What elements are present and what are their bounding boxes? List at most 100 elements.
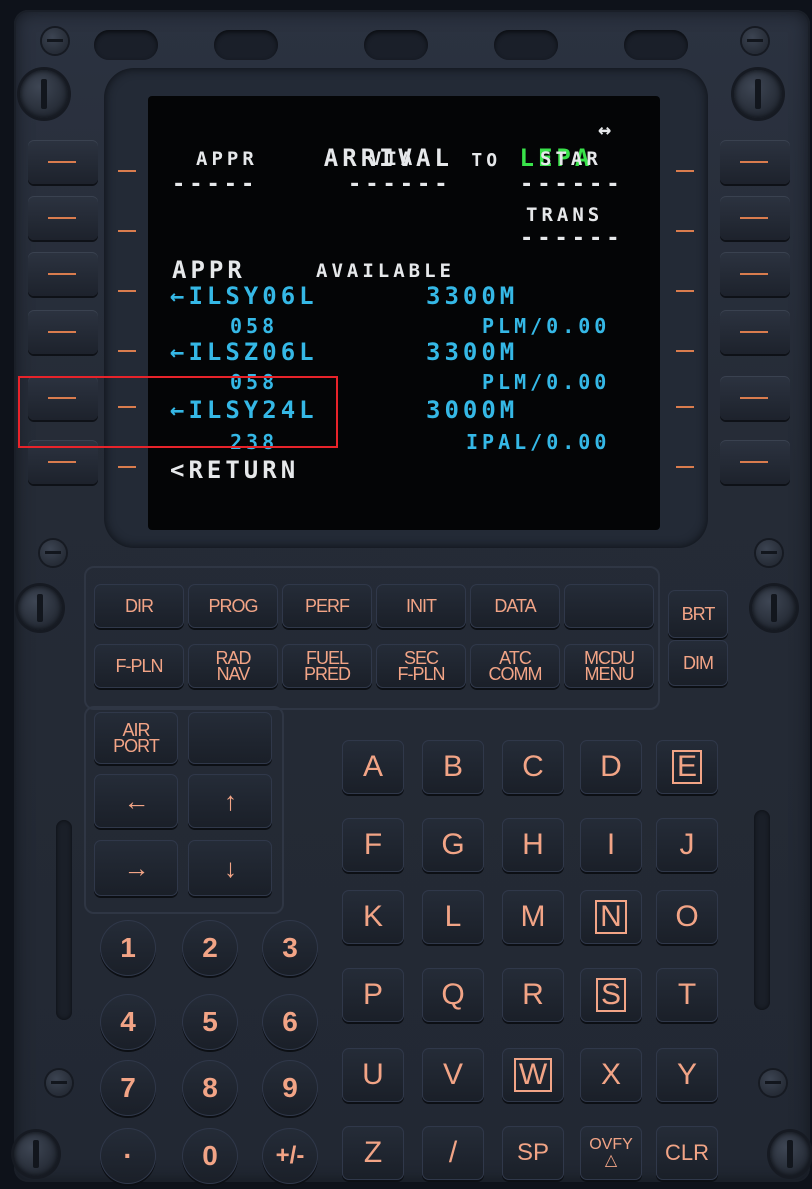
- top-slot: [624, 30, 688, 60]
- knob-icon: [770, 1132, 810, 1176]
- key-9[interactable]: 9: [262, 1060, 318, 1116]
- lsk-3r[interactable]: [720, 252, 790, 296]
- data-key[interactable]: DATA: [470, 584, 560, 628]
- key-a[interactable]: A: [342, 740, 404, 794]
- lsk-2r[interactable]: [720, 196, 790, 240]
- airport-key[interactable]: AIR PORT: [94, 712, 178, 764]
- key-o[interactable]: O: [656, 890, 718, 944]
- key-1[interactable]: 1: [100, 920, 156, 976]
- lsk-1r[interactable]: [720, 140, 790, 184]
- screw-icon: [742, 28, 768, 54]
- key-p[interactable]: P: [342, 968, 404, 1022]
- rad-nav-key[interactable]: RAD NAV: [188, 644, 278, 688]
- approach-name[interactable]: ←ILSZ06L: [170, 338, 318, 366]
- via-field[interactable]: ------: [348, 172, 451, 197]
- key-v[interactable]: V: [422, 1048, 484, 1102]
- mcdu-menu-key[interactable]: MCDU MENU: [564, 644, 654, 688]
- top-slot: [494, 30, 558, 60]
- lsk-4r[interactable]: [720, 310, 790, 354]
- knob-icon: [14, 1132, 58, 1176]
- lsk-5r[interactable]: [720, 376, 790, 420]
- dir-key[interactable]: DIR: [94, 584, 184, 628]
- key-t[interactable]: T: [656, 968, 718, 1022]
- key-decimal[interactable]: ·: [100, 1128, 156, 1184]
- key-6[interactable]: 6: [262, 994, 318, 1050]
- key-3[interactable]: 3: [262, 920, 318, 976]
- lsk-6r[interactable]: [720, 440, 790, 484]
- blank-key[interactable]: [188, 712, 272, 764]
- key-j[interactable]: J: [656, 818, 718, 872]
- key-x[interactable]: X: [580, 1048, 642, 1102]
- key-e[interactable]: E: [656, 740, 718, 794]
- up-arrow-key[interactable]: ↑: [188, 774, 272, 828]
- key-2[interactable]: 2: [182, 920, 238, 976]
- key-l[interactable]: L: [422, 890, 484, 944]
- key-plus-minus[interactable]: +/-: [262, 1128, 318, 1184]
- lsk-marker: [118, 290, 136, 292]
- lsk-4l[interactable]: [28, 310, 98, 354]
- key-m[interactable]: M: [502, 890, 564, 944]
- key-n-label: N: [595, 900, 627, 934]
- right-arrow-key[interactable]: →: [94, 840, 178, 896]
- key-n[interactable]: N: [580, 890, 642, 944]
- key-clr[interactable]: CLR: [656, 1126, 718, 1180]
- left-arrow-key[interactable]: ←: [94, 774, 178, 828]
- key-u[interactable]: U: [342, 1048, 404, 1102]
- key-8[interactable]: 8: [182, 1060, 238, 1116]
- key-s[interactable]: S: [580, 968, 642, 1022]
- key-0[interactable]: 0: [182, 1128, 238, 1184]
- key-7[interactable]: 7: [100, 1060, 156, 1116]
- return-prompt[interactable]: <RETURN: [170, 456, 299, 484]
- init-key[interactable]: INIT: [376, 584, 466, 628]
- approach-course: 058: [230, 314, 279, 338]
- knob-icon: [752, 586, 796, 630]
- trans-header: TRANS: [526, 204, 604, 226]
- key-i[interactable]: I: [580, 818, 642, 872]
- lsk-3l[interactable]: [28, 252, 98, 296]
- key-q[interactable]: Q: [422, 968, 484, 1022]
- key-ovfy[interactable]: OVFY △: [580, 1126, 642, 1180]
- side-groove: [754, 810, 770, 1010]
- down-arrow-key[interactable]: ↓: [188, 840, 272, 896]
- blank-key[interactable]: [564, 584, 654, 628]
- knob-icon: [18, 586, 62, 630]
- key-b[interactable]: B: [422, 740, 484, 794]
- approach-name[interactable]: ←ILSY06L: [170, 282, 318, 310]
- prog-key[interactable]: PROG: [188, 584, 278, 628]
- atc-comm-key[interactable]: ATC COMM: [470, 644, 560, 688]
- key-f[interactable]: F: [342, 818, 404, 872]
- appr-field[interactable]: -----: [172, 172, 258, 197]
- star-field[interactable]: ------: [520, 172, 623, 197]
- lsk-marker: [118, 170, 136, 172]
- approach-length: 3300M: [426, 338, 519, 366]
- perf-key[interactable]: PERF: [282, 584, 372, 628]
- key-slash[interactable]: /: [422, 1126, 484, 1180]
- key-y[interactable]: Y: [656, 1048, 718, 1102]
- key-w-label: W: [513, 1058, 553, 1092]
- key-z[interactable]: Z: [342, 1126, 404, 1180]
- dim-key[interactable]: DIM: [668, 640, 728, 686]
- key-d[interactable]: D: [580, 740, 642, 794]
- lsk-2l[interactable]: [28, 196, 98, 240]
- trans-field[interactable]: ------: [520, 226, 623, 251]
- screw-icon: [756, 540, 782, 566]
- key-w[interactable]: W: [502, 1048, 564, 1102]
- key-k[interactable]: K: [342, 890, 404, 944]
- brt-key[interactable]: BRT: [668, 590, 728, 638]
- key-4[interactable]: 4: [100, 994, 156, 1050]
- star-header: STAR: [540, 148, 602, 170]
- knob-icon: [734, 70, 782, 118]
- key-c[interactable]: C: [502, 740, 564, 794]
- key-h[interactable]: H: [502, 818, 564, 872]
- fuel-pred-key[interactable]: FUEL PRED: [282, 644, 372, 688]
- sec-f-pln-key[interactable]: SEC F-PLN: [376, 644, 466, 688]
- screw-icon: [42, 28, 68, 54]
- lsk-1l[interactable]: [28, 140, 98, 184]
- key-5[interactable]: 5: [182, 994, 238, 1050]
- key-s-label: S: [595, 978, 626, 1012]
- key-sp[interactable]: SP: [502, 1126, 564, 1180]
- side-groove: [56, 820, 72, 1020]
- key-r[interactable]: R: [502, 968, 564, 1022]
- key-g[interactable]: G: [422, 818, 484, 872]
- f-pln-key[interactable]: F-PLN: [94, 644, 184, 688]
